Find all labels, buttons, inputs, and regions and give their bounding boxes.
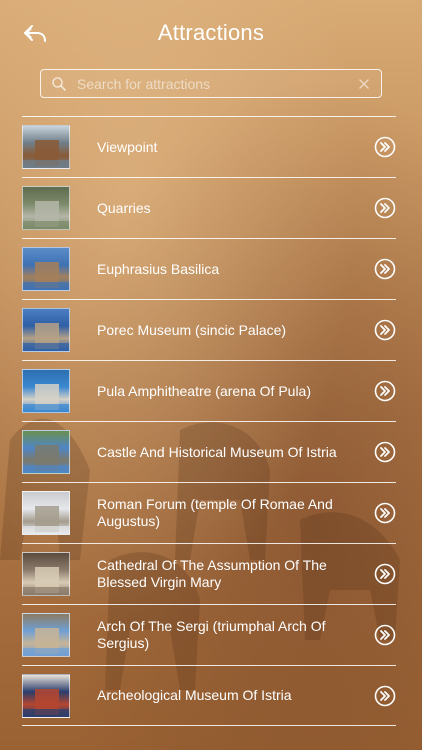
chevron-double-right-icon[interactable] (374, 197, 396, 219)
attraction-name: Viewpoint (97, 138, 158, 155)
thumbnail-image (23, 445, 69, 473)
thumbnail-image (23, 384, 69, 412)
list-item[interactable]: Roman Forum (temple Of Romae And Augustu… (22, 482, 396, 543)
attraction-thumbnail (22, 491, 70, 535)
attraction-name: Quarries (97, 199, 151, 216)
search-bar (40, 69, 382, 98)
attraction-name: Porec Museum (sincic Palace) (97, 321, 287, 338)
list-item[interactable]: Quarries (22, 177, 396, 238)
chevron-double-right-icon[interactable] (374, 563, 396, 585)
attraction-name: Pula Amphitheatre (arena Of Pula) (97, 382, 312, 399)
chevron-double-right-icon[interactable] (374, 685, 396, 707)
attraction-thumbnail (22, 430, 70, 474)
search-input[interactable] (77, 70, 357, 97)
list-item[interactable]: Pula Amphitheatre (arena Of Pula) (22, 360, 396, 421)
attraction-thumbnail (22, 613, 70, 657)
thumbnail-image (23, 688, 69, 717)
attractions-list: Viewpoint Quarries Euphrasius Basilica Pore… (22, 116, 396, 726)
thumbnail-image (23, 567, 69, 595)
page-title: Attractions (157, 20, 265, 45)
attraction-name: Euphrasius Basilica (97, 260, 220, 277)
thumbnail-image (23, 506, 69, 534)
thumbnail-image (23, 201, 69, 229)
header-bar: Attractions (0, 0, 422, 68)
chevron-double-right-icon[interactable] (374, 319, 396, 341)
attraction-thumbnail (22, 308, 70, 352)
thumbnail-image (23, 262, 69, 290)
attraction-thumbnail (22, 369, 70, 413)
list-item[interactable]: Cathedral Of The Assumption Of The Bless… (22, 543, 396, 604)
thumbnail-image (23, 140, 69, 168)
attraction-thumbnail (22, 247, 70, 291)
thumbnail-image (23, 323, 69, 351)
list-item[interactable]: Porec Museum (sincic Palace) (22, 299, 396, 360)
chevron-double-right-icon[interactable] (374, 502, 396, 524)
chevron-double-right-icon[interactable] (374, 258, 396, 280)
attraction-thumbnail (22, 186, 70, 230)
list-item[interactable]: Castle And Historical Museum Of Istria (22, 421, 396, 482)
thumbnail-image (23, 628, 69, 656)
chevron-double-right-icon[interactable] (374, 441, 396, 463)
list-item[interactable]: Archeological Museum Of Istria (22, 665, 396, 726)
attraction-name: Cathedral Of The Assumption Of The Bless… (97, 557, 327, 590)
attraction-thumbnail (22, 552, 70, 596)
attraction-thumbnail (22, 125, 70, 169)
attraction-name: Arch Of The Sergi (triumphal Arch Of Ser… (97, 618, 326, 651)
attraction-thumbnail (22, 673, 70, 718)
chevron-double-right-icon[interactable] (374, 380, 396, 402)
chevron-double-right-icon[interactable] (374, 136, 396, 158)
attraction-name: Roman Forum (temple Of Romae And Augustu… (97, 496, 333, 529)
list-item[interactable]: Viewpoint (22, 116, 396, 177)
attraction-name: Archeological Museum Of Istria (97, 687, 292, 703)
search-icon (52, 76, 66, 91)
list-item[interactable]: Arch Of The Sergi (triumphal Arch Of Ser… (22, 604, 396, 665)
list-item[interactable]: Euphrasius Basilica (22, 238, 396, 299)
attraction-name: Castle And Historical Museum Of Istria (97, 443, 337, 460)
chevron-double-right-icon[interactable] (374, 624, 396, 646)
close-icon[interactable] (357, 77, 371, 91)
